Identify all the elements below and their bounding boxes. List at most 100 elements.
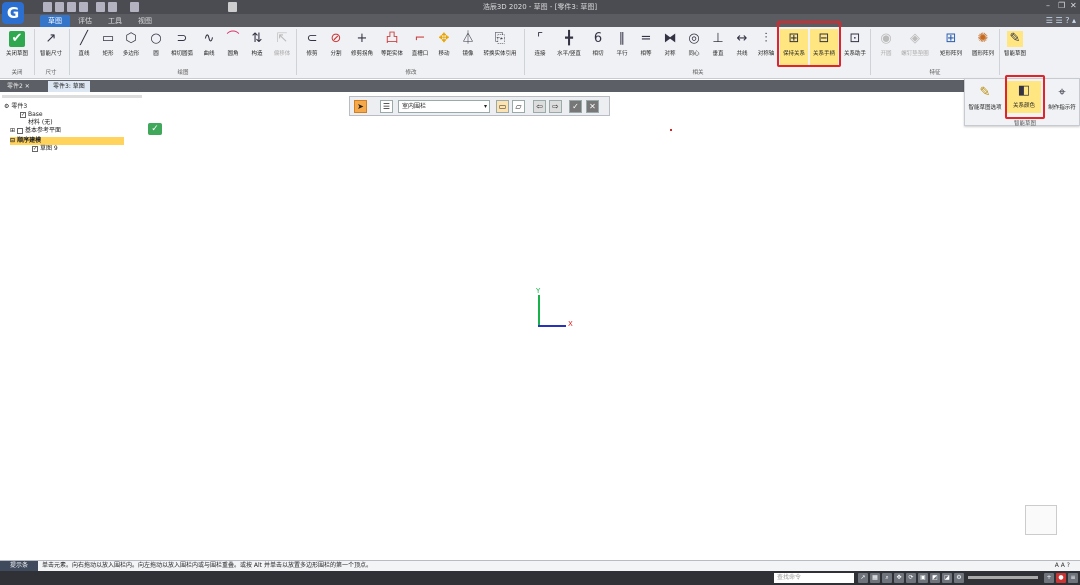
tangent-button[interactable]: 6 相切 (588, 29, 608, 57)
tree-ref-planes[interactable]: ⊞ 基本参考平面 (10, 127, 61, 135)
tree-ordered[interactable]: ⊟ 顺序建模 (10, 137, 124, 145)
tab-evaluate[interactable]: 评估 (70, 15, 100, 27)
slot-button[interactable]: ⌐ 直槽口 (408, 29, 432, 57)
select-options-icon[interactable]: ☰ (380, 100, 393, 113)
smart-sketch-button[interactable]: ✎ 智能草图 (1001, 29, 1029, 57)
circle-button[interactable]: ○ 圆 (146, 29, 166, 57)
construct-button[interactable]: ⇅ 构造 (247, 29, 267, 57)
next-icon[interactable]: ⇨ (549, 100, 562, 113)
rectangle-button[interactable]: ▭ 矩形 (98, 29, 118, 57)
equal-button[interactable]: = 相等 (636, 29, 656, 57)
bottom-bar: 查找命令 ↗ ▦ ⌕ ✥ ⟳ ▣ ◩ ◪ ⚙ + ● ≡ (0, 571, 1080, 585)
restore-icon[interactable]: ❐ (1058, 1, 1065, 10)
circ-pattern-button[interactable]: ✺ 圆形阵列 (968, 29, 998, 57)
doc-tab-part2[interactable]: 零件2 ✕ (2, 81, 35, 92)
trim-button[interactable]: ⊂ 修剪 (302, 29, 322, 57)
origin-marker (670, 129, 672, 131)
view-cube[interactable] (1025, 505, 1057, 535)
tree-base[interactable]: ✓ Base (20, 111, 43, 119)
command-search-input[interactable]: 查找命令 (774, 573, 854, 583)
close-icon[interactable]: ✕ (1070, 1, 1077, 10)
cursor-icon[interactable]: ↗ (858, 573, 868, 583)
rect-pattern-button[interactable]: ⊞ 矩形阵列 (936, 29, 966, 57)
indicator-icon: ⌖ (1058, 85, 1066, 100)
concentric-button[interactable]: ◎ 同心 (684, 29, 704, 57)
smart-sketch-options-button[interactable]: ✎ 智能草图选项 (967, 83, 1003, 111)
perpendicular-button[interactable]: ⊥ 垂直 (708, 29, 728, 57)
accept-check-icon[interactable]: ✓ (148, 123, 162, 135)
tangent-arc-button[interactable]: ⊃ 相切圆弧 (168, 29, 196, 57)
polygon-button[interactable]: ⬡ 多边形 (120, 29, 142, 57)
relation-assistant-button[interactable]: ⊡ 关系助手 (842, 29, 868, 57)
tree-sketch[interactable]: ✓ 草图 9 (32, 145, 58, 153)
view-fit-icon[interactable]: ▦ (870, 573, 880, 583)
select-command-bar: ➤ ☰ 室内围栏 ▾ ▭ ▱ ⇦ ⇨ ✓ ✕ (349, 96, 610, 116)
line-button[interactable]: ╱ 直线 (74, 29, 94, 57)
group-label-dimension: 尺寸 (45, 70, 57, 76)
close-sketch-button[interactable]: ✔ 关闭草图 (2, 29, 32, 57)
checkbox-icon[interactable] (16, 127, 23, 134)
tab-view[interactable]: 视图 (130, 15, 160, 27)
trim-corner-button[interactable]: + 修剪拐角 (348, 29, 376, 57)
view-icon[interactable]: ▣ (918, 573, 928, 583)
washer-button[interactable]: ◈ 螺钉垫垫圈 (898, 29, 932, 57)
offset-body-icon: ⇱ (276, 31, 288, 46)
checkbox-icon[interactable]: ✓ (32, 145, 38, 152)
fence-inside-icon[interactable]: ▭ (496, 100, 509, 113)
minimize-icon[interactable]: – (1046, 1, 1050, 10)
curve-button[interactable]: ∿ 曲线 (199, 29, 219, 57)
tree-scrollbar[interactable] (2, 95, 142, 98)
stop-icon[interactable]: ● (1056, 573, 1066, 583)
smart-sketch-icon: ✎ (1007, 31, 1023, 47)
mirror-button[interactable]: ⏃ 镜像 (458, 29, 478, 57)
tree-root[interactable]: ⚙ 零件3 (4, 103, 27, 111)
open-circle-button[interactable]: ◉ 开圆 (876, 29, 896, 57)
display-icon[interactable]: ◩ (930, 573, 940, 583)
offset-entity-button[interactable]: 凸等距实体 (378, 29, 406, 57)
window-title: 浩辰3D 2020 - 草图 - [零件3: 草图] (482, 3, 598, 11)
collinear-button[interactable]: ↔ 共线 (732, 29, 752, 57)
split-button[interactable]: ⊘ 分割 (326, 29, 346, 57)
symmetric-button[interactable]: ⧓ 对称 (660, 29, 680, 57)
checkbox-icon[interactable]: ✓ (20, 111, 26, 118)
perpendicular-icon: ⊥ (712, 31, 724, 46)
convert-entity-button[interactable]: ⎘ 转换实体引用 (480, 29, 520, 57)
x-axis (538, 325, 566, 327)
doc-tab-part3[interactable]: 零件3: 草图 (48, 81, 90, 92)
indicator-button[interactable]: ⌖ 制作指示符 (1045, 83, 1079, 111)
move-button[interactable]: ✥ 移动 (434, 29, 454, 57)
cancel-icon[interactable]: ✕ (586, 100, 599, 113)
collinear-icon: ↔ (736, 31, 748, 46)
group-label-modify: 修改 (405, 70, 417, 76)
smart-dimension-button[interactable]: ↗ 智能尺寸 (36, 29, 66, 57)
font-size-icon[interactable]: A A ? (1055, 561, 1070, 571)
tree-material[interactable]: 材料 (无) (28, 119, 53, 127)
ribbon-tabs: 草图 评估 工具 视图 ☰ ☰ ? ▴ (0, 14, 1080, 27)
settings-icon[interactable]: ⚙ (954, 573, 964, 583)
fillet-button[interactable]: ⌒ 圆角 (223, 29, 243, 57)
parallel-button[interactable]: ∥ 平行 (612, 29, 632, 57)
shade-icon[interactable]: ◪ (942, 573, 952, 583)
x-axis-label: X (568, 320, 573, 328)
plus-icon[interactable]: + (1044, 573, 1054, 583)
app-logo-icon[interactable]: G (2, 2, 24, 24)
zoom-icon[interactable]: ⌕ (882, 573, 892, 583)
menu-icon[interactable]: ≡ (1068, 573, 1078, 583)
pan-icon[interactable]: ✥ (894, 573, 904, 583)
horizontal-vertical-button[interactable]: ╋ 水平/竖直 (554, 29, 584, 57)
fence-overlap-icon[interactable]: ▱ (512, 100, 525, 113)
fence-mode-select[interactable]: 室内围栏 ▾ (398, 100, 490, 113)
symmetry-axis-button[interactable]: ⫶ 对称轴 (755, 29, 777, 57)
ribbon-options-icon[interactable]: ☰ ☰ ? ▴ (1046, 16, 1076, 25)
tab-sketch[interactable]: 草图 (40, 15, 70, 27)
select-arrow-icon[interactable]: ➤ (354, 100, 367, 113)
y-axis-label: Y (536, 287, 541, 295)
offset-body-button[interactable]: ⇱ 偏移体 (271, 29, 293, 57)
tab-tools[interactable]: 工具 (100, 15, 130, 27)
zoom-slider[interactable] (968, 576, 1038, 579)
accept-icon[interactable]: ✓ (569, 100, 582, 113)
previous-icon[interactable]: ⇦ (533, 100, 546, 113)
fillet-icon: ⌒ (226, 31, 240, 46)
connect-button[interactable]: ⌜ 连接 (530, 29, 550, 57)
rotate-icon[interactable]: ⟳ (906, 573, 916, 583)
